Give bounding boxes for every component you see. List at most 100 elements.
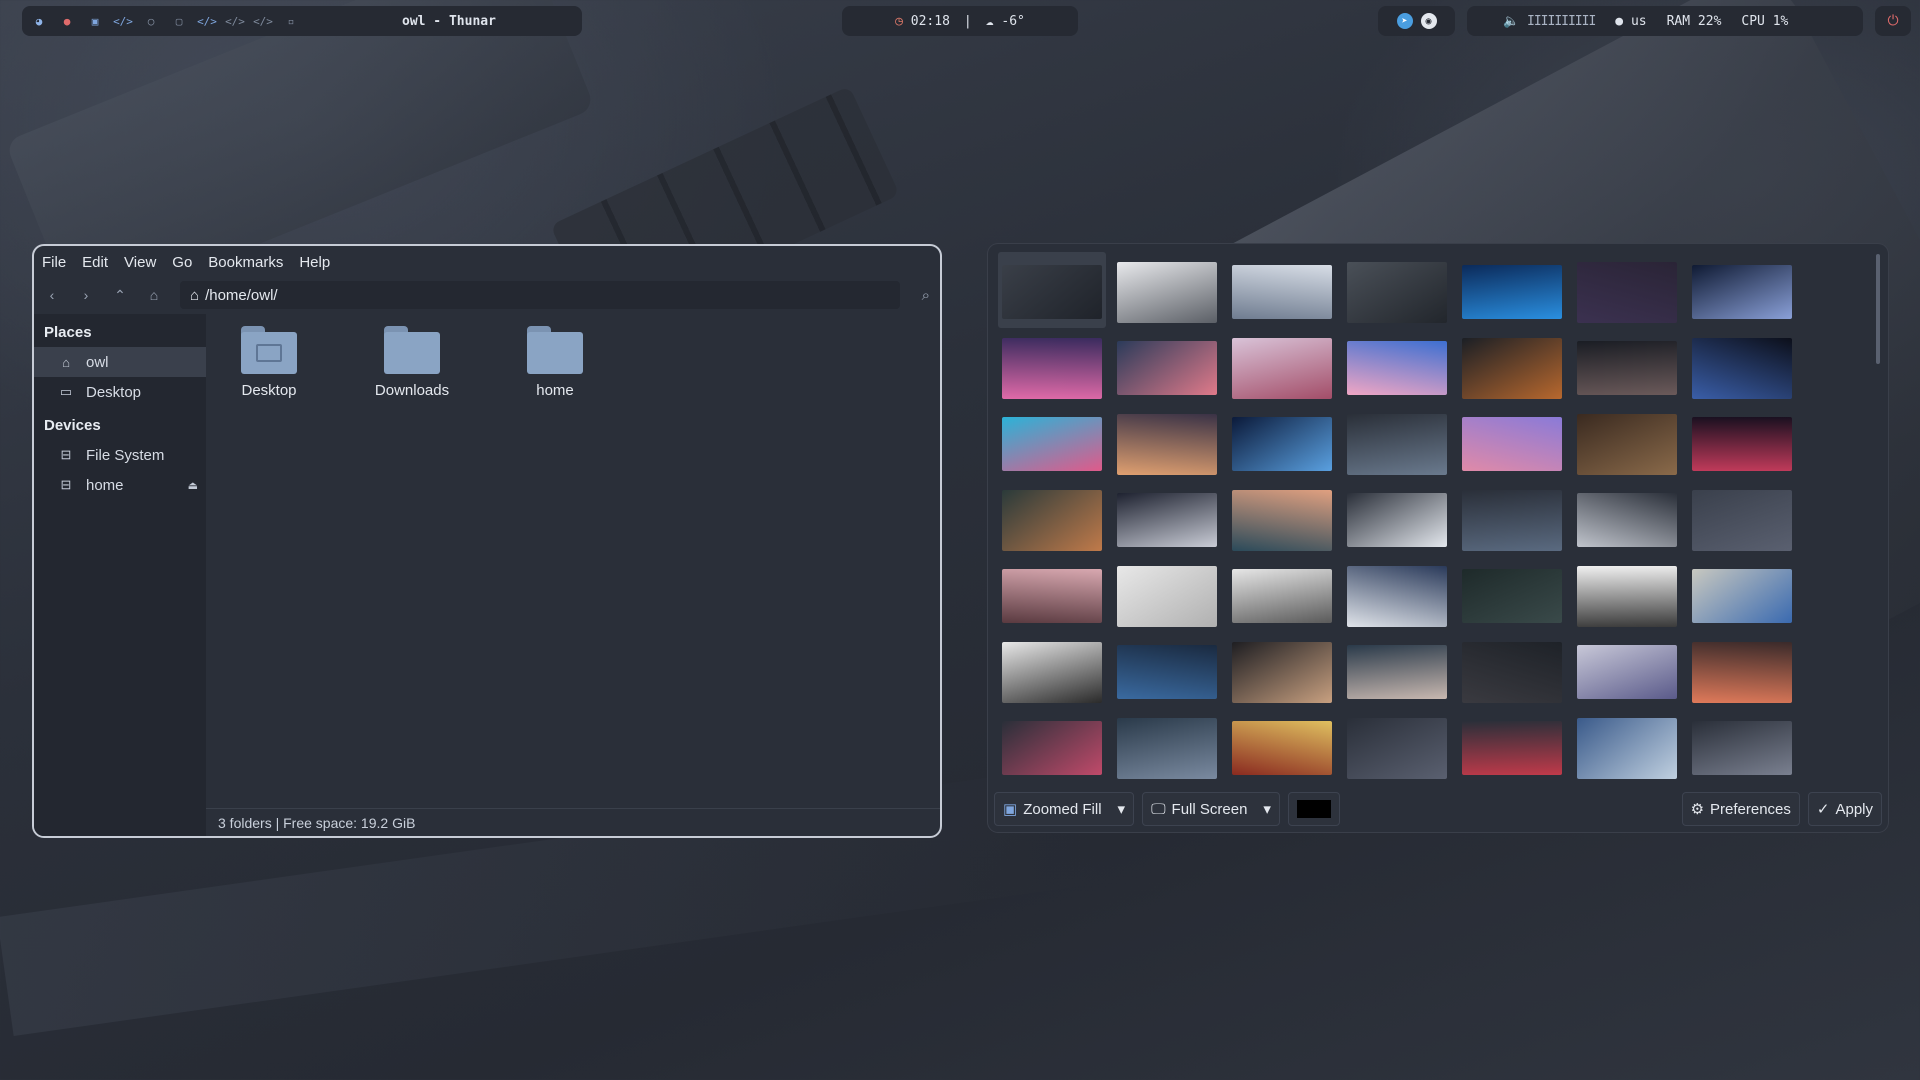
sidebar-item-filesystem[interactable]: ⊟ File System	[34, 440, 206, 470]
folder-icon	[384, 326, 440, 374]
volume-level[interactable]: IIIIIIIIII	[1527, 14, 1596, 29]
wallpaper-thumbnail[interactable]	[1347, 717, 1447, 779]
mode-dropdown[interactable]: ▣ Zoomed Fill ▾	[994, 792, 1135, 826]
wallpaper-thumbnail[interactable]	[1117, 645, 1217, 699]
arch-icon[interactable]: ◕	[32, 14, 46, 28]
code-icon[interactable]: </>	[253, 14, 273, 28]
color-button[interactable]	[1287, 792, 1340, 826]
volume-icon[interactable]: 🔈	[1503, 14, 1519, 29]
wallpaper-thumbnail[interactable]	[1002, 265, 1102, 319]
wallpaper-thumbnail[interactable]	[1232, 489, 1332, 551]
menu-go[interactable]: Go	[172, 254, 192, 271]
wallpaper-thumbnail[interactable]	[1002, 417, 1102, 471]
wallpaper-thumbnail[interactable]	[1462, 337, 1562, 399]
menu-file[interactable]: File	[42, 254, 66, 271]
wallpaper-thumbnail[interactable]	[1002, 641, 1102, 703]
power-button[interactable]: ⏻	[1875, 6, 1911, 36]
wallpaper-thumbnail[interactable]	[1347, 341, 1447, 395]
scrollbar[interactable]	[1876, 254, 1880, 364]
wallpaper-thumbnail[interactable]	[1577, 493, 1677, 547]
menu-help[interactable]: Help	[299, 254, 330, 271]
code-icon[interactable]: </>	[197, 14, 217, 28]
wallpaper-thumbnail[interactable]	[1232, 337, 1332, 399]
clock-text: 02:18	[910, 13, 950, 29]
wallpaper-thumbnail[interactable]	[1692, 417, 1792, 471]
wallpaper-thumbnail[interactable]	[1692, 721, 1792, 775]
folder-item[interactable]: home	[495, 326, 615, 399]
code-icon[interactable]: </>	[113, 14, 133, 28]
wallpaper-thumbnail[interactable]	[1462, 721, 1562, 775]
menu-bookmarks[interactable]: Bookmarks	[208, 254, 283, 271]
wallpaper-thumbnail[interactable]	[1347, 565, 1447, 627]
back-icon[interactable]: ‹	[44, 287, 60, 303]
wallpaper-thumbnail[interactable]	[1347, 645, 1447, 699]
wallpaper-thumbnail[interactable]	[1692, 569, 1792, 623]
up-icon[interactable]: ⌃	[112, 287, 128, 304]
apply-button[interactable]: ✓ Apply	[1807, 792, 1882, 826]
wallpaper-thumbnail[interactable]	[1232, 417, 1332, 471]
folder-desktop-icon	[241, 326, 297, 374]
wallpaper-thumbnail[interactable]	[1577, 717, 1677, 779]
wallpaper-thumbnail[interactable]	[1117, 717, 1217, 779]
wallpaper-thumbnail[interactable]	[1692, 265, 1792, 319]
menu-view[interactable]: View	[124, 254, 156, 271]
sidebar-item-desktop[interactable]: ▭ Desktop	[34, 377, 206, 407]
forward-icon[interactable]: ›	[78, 287, 94, 303]
sidebar-item-home[interactable]: ⊟ home ⏏	[34, 470, 206, 500]
wallpaper-thumbnail[interactable]	[1462, 265, 1562, 319]
wallpaper-thumbnail[interactable]	[1347, 261, 1447, 323]
sidebar-item-owl[interactable]: ⌂ owl	[34, 347, 206, 377]
wallpaper-thumbnail[interactable]	[1117, 565, 1217, 627]
wallpaper-thumbnail[interactable]	[1692, 489, 1792, 551]
terminal-icon[interactable]: ▢	[172, 14, 186, 28]
wallpaper-thumbnail[interactable]	[1577, 565, 1677, 627]
location-path[interactable]: /home/owl/	[205, 287, 278, 304]
wallpaper-thumbnail[interactable]	[1577, 413, 1677, 475]
folder-item[interactable]: Desktop	[209, 326, 329, 399]
preferences-button[interactable]: ⚙ Preferences	[1681, 792, 1800, 826]
wallpaper-thumbnail[interactable]	[1002, 569, 1102, 623]
app-icon[interactable]: ▣	[88, 14, 102, 28]
places-heading: Places	[44, 324, 92, 341]
ram-usage: RAM 22%	[1666, 13, 1722, 29]
wallpaper-thumbnail[interactable]	[1577, 341, 1677, 395]
wallpaper-thumbnail[interactable]	[1117, 261, 1217, 323]
mode-icon: ▣	[1003, 801, 1018, 818]
wallpaper-thumbnail[interactable]	[1002, 337, 1102, 399]
check-icon: ✓	[1816, 801, 1830, 818]
telegram-icon[interactable]: ➤	[1396, 13, 1413, 29]
screen-dropdown[interactable]: 🖵 Full Screen ▾	[1142, 792, 1280, 826]
folder-item[interactable]: Downloads	[352, 326, 472, 399]
wallpaper-thumbnail[interactable]	[1002, 489, 1102, 551]
location-bar[interactable]: ⌂ /home/owl/	[180, 281, 900, 309]
wallpaper-thumbnail[interactable]	[1117, 341, 1217, 395]
wallpaper-thumbnail[interactable]	[1232, 265, 1332, 319]
wallpaper-thumbnail[interactable]	[1232, 569, 1332, 623]
wallpaper-thumbnail[interactable]	[1692, 337, 1792, 399]
keyboard-layout[interactable]: us	[1631, 14, 1647, 29]
wallpaper-thumbnail[interactable]	[1577, 645, 1677, 699]
wallpaper-thumbnail[interactable]	[1577, 261, 1677, 323]
wallpaper-thumbnail[interactable]	[1462, 417, 1562, 471]
wallpaper-thumbnail[interactable]	[1347, 413, 1447, 475]
wallpaper-thumbnail[interactable]	[1347, 493, 1447, 547]
code-icon[interactable]: </>	[225, 14, 245, 28]
wallpaper-thumbnail[interactable]	[1462, 569, 1562, 623]
wallpaper-thumbnail[interactable]	[1117, 413, 1217, 475]
search-icon[interactable]: ⌕	[922, 287, 930, 304]
wallpaper-thumbnail[interactable]	[1232, 721, 1332, 775]
home-icon[interactable]: ⌂	[146, 287, 162, 303]
wallpaper-thumbnail[interactable]	[1232, 641, 1332, 703]
eject-icon[interactable]: ⏏	[188, 479, 198, 492]
chat-icon[interactable]: ○	[144, 14, 158, 28]
menu-edit[interactable]: Edit	[82, 254, 108, 271]
wallpaper-thumbnail[interactable]	[1002, 721, 1102, 775]
folder-icon	[527, 326, 583, 374]
browser-icon[interactable]: ●	[60, 14, 74, 28]
folder-icon[interactable]: ▫	[284, 14, 298, 28]
wallpaper-thumbnail[interactable]	[1692, 641, 1792, 703]
steam-icon[interactable]: ◉	[1420, 13, 1437, 29]
wallpaper-thumbnail[interactable]	[1117, 493, 1217, 547]
wallpaper-thumbnail[interactable]	[1462, 641, 1562, 703]
wallpaper-thumbnail[interactable]	[1462, 489, 1562, 551]
